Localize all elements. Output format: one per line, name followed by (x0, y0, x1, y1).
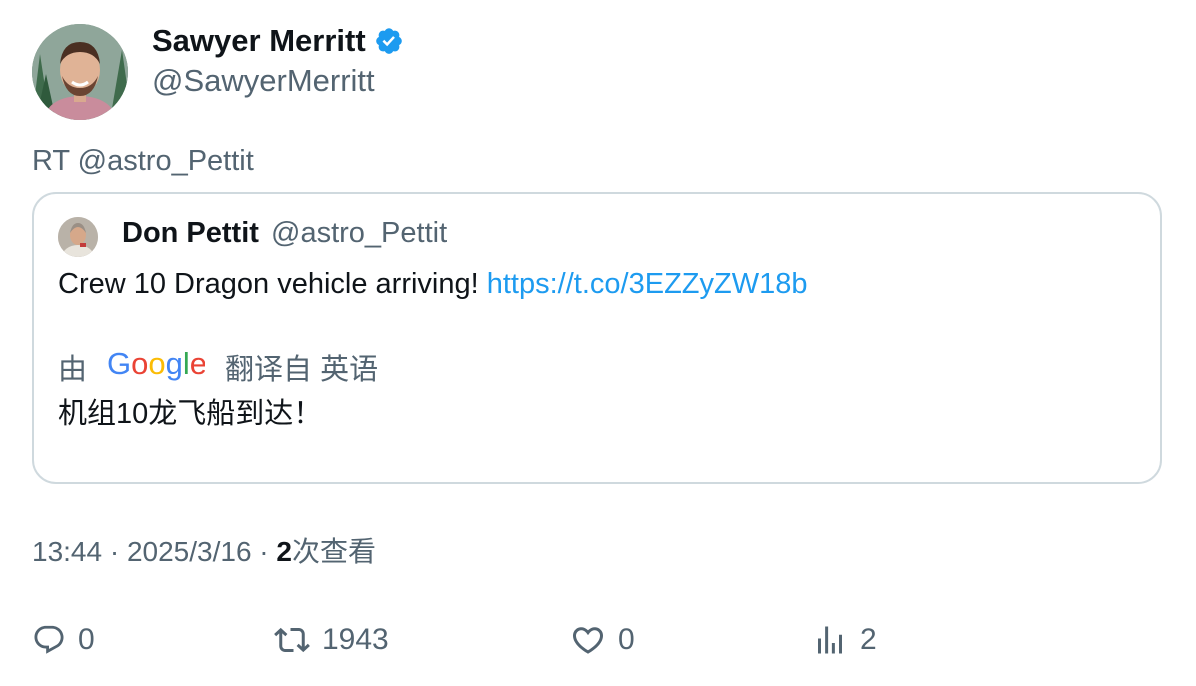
heart-icon (572, 627, 604, 654)
quoted-text-body: Crew 10 Dragon vehicle arriving! (58, 268, 487, 300)
quoted-author-avatar[interactable] (58, 217, 98, 257)
views-label: 次查看 (291, 536, 376, 567)
author-avatar[interactable] (32, 24, 128, 120)
reply-count: 0 (78, 623, 95, 656)
analytics-icon (818, 626, 842, 654)
retweet-count: 1943 (322, 623, 389, 656)
reply-icon (34, 625, 64, 654)
translation-prefix: 由 (58, 353, 88, 386)
views-button[interactable]: 2 (812, 618, 877, 662)
tweet-timestamp[interactable]: 13:44 · 2025/3/16 · (32, 536, 276, 567)
quoted-tweet-link[interactable]: https://t.co/3EZZyZW18b (487, 268, 808, 300)
views-count: 2 (276, 536, 292, 567)
retweet-text: RT @astro_Pettit (32, 145, 254, 177)
author-handle[interactable]: @SawyerMerritt (152, 62, 375, 100)
like-button[interactable]: 0 (570, 618, 635, 662)
tweet-meta: 13:44 · 2025/3/16 · 2次查看 (32, 532, 376, 572)
verified-badge-icon (375, 28, 402, 54)
retweet-icon (274, 627, 310, 653)
quoted-author-row[interactable]: Don Pettit @astro_Pettit (122, 214, 447, 252)
like-count: 0 (618, 623, 635, 656)
quoted-tweet-text: Crew 10 Dragon vehicle arriving! https:/… (58, 264, 807, 304)
translation-suffix: 翻译自 英语 (225, 353, 379, 386)
retweet-button[interactable]: 1943 (274, 618, 389, 662)
translation-attribution: 由 Google 翻译自 英语 (58, 346, 378, 393)
author-name[interactable]: Sawyer Merritt (152, 22, 366, 60)
reply-button[interactable]: 0 (32, 618, 95, 662)
quoted-author-name[interactable]: Don Pettit (122, 217, 259, 249)
quoted-author-handle[interactable]: @astro_Pettit (271, 217, 447, 249)
views-action-count: 2 (860, 623, 877, 656)
svg-text:Google: Google (107, 346, 205, 381)
author-name-row[interactable]: Sawyer Merritt (152, 22, 404, 60)
google-logo-icon: Google (107, 346, 207, 393)
translated-text: 机组10龙飞船到达！ (58, 398, 323, 430)
